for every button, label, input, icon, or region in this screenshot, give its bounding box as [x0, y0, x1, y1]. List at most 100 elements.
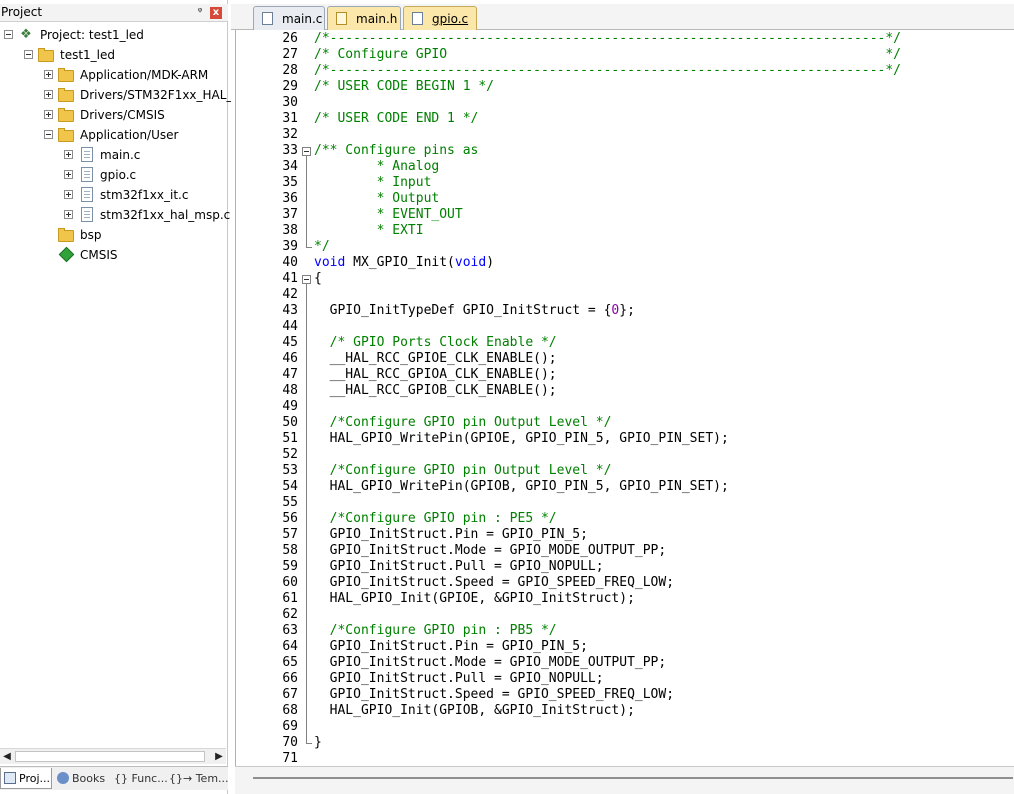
code-line[interactable]: /*Configure GPIO pin : PE5 */ [314, 511, 557, 527]
code-token: GPIO_InitStruct.Speed = GPIO_SPEED_FREQ_… [314, 687, 675, 702]
fold-collapse-icon[interactable] [302, 147, 311, 156]
line-number: 71 [282, 751, 298, 766]
folder-icon [58, 128, 74, 142]
code-line[interactable]: /* Configure GPIO */ [314, 47, 901, 63]
file-icon [81, 207, 93, 222]
project-panel: Project ᵠ x ❖ Project: test1_led test1_led… [0, 0, 247, 794]
code-token: GPIO_InitStruct.Speed = GPIO_SPEED_FREQ_… [314, 575, 675, 590]
code-line[interactable]: GPIO_InitStruct.Pull = GPIO_NOPULL; [314, 671, 604, 687]
code-line[interactable]: /* USER CODE END 1 */ [314, 111, 478, 127]
code-line[interactable]: GPIO_InitTypeDef GPIO_InitStruct = {0}; [314, 303, 635, 319]
editor-tab[interactable]: main.h [327, 6, 401, 30]
tree-item[interactable]: Application/MDK-ARM [44, 66, 228, 84]
scroll-left-arrow-icon[interactable]: ◀ [0, 750, 14, 764]
code-line[interactable]: GPIO_InitStruct.Pin = GPIO_PIN_5; [314, 639, 588, 655]
code-line[interactable]: * Output [314, 191, 440, 207]
tree-item[interactable]: test1_led [24, 46, 228, 64]
code-line[interactable]: /** Configure pins as [314, 143, 478, 159]
code-line[interactable]: GPIO_InitStruct.Pin = GPIO_PIN_5; [314, 527, 588, 543]
code-line[interactable]: /*--------------------------------------… [314, 31, 901, 47]
panel-tab-books[interactable]: Books [54, 768, 110, 789]
collapse-minus-icon[interactable] [44, 130, 53, 139]
line-number-gutter: 26 27 28 29 30 31 32 33 34 35 36 37 38 39 40 41 42 43 44 45… [236, 30, 312, 770]
header-file-icon [336, 12, 347, 25]
expand-plus-icon[interactable] [44, 70, 53, 79]
tree-item[interactable]: Drivers/CMSIS [44, 106, 228, 124]
code-line[interactable]: void MX_GPIO_Init(void) [314, 255, 494, 271]
fold-collapse-icon[interactable] [302, 275, 311, 284]
code-line[interactable]: GPIO_InitStruct.Mode = GPIO_MODE_OUTPUT_… [314, 655, 667, 671]
panel-tab-functions[interactable]: {} Func... [111, 768, 168, 789]
code-line[interactable]: HAL_GPIO_WritePin(GPIOE, GPIO_PIN_5, GPI… [314, 431, 729, 447]
code-line[interactable]: __HAL_RCC_GPIOA_CLK_ENABLE(); [314, 367, 557, 383]
collapse-minus-icon[interactable] [24, 50, 33, 59]
line-number: 57 [282, 527, 298, 542]
line-number: 52 [282, 447, 298, 462]
editor-tab[interactable]: main.c [253, 6, 325, 30]
code-line[interactable]: /*Configure GPIO pin Output Level */ [314, 415, 612, 431]
books-icon [57, 772, 69, 784]
code-line[interactable]: /*Configure GPIO pin : PB5 */ [314, 623, 557, 639]
c-file-icon [262, 12, 273, 25]
code-line[interactable]: * EVENT_OUT [314, 207, 463, 223]
line-number: 70 [282, 735, 298, 750]
tree-item[interactable]: Application/User [44, 126, 228, 144]
code-line[interactable]: HAL_GPIO_WritePin(GPIOB, GPIO_PIN_5, GPI… [314, 479, 729, 495]
expand-plus-icon[interactable] [64, 210, 73, 219]
tree-item[interactable]: stm32f1xx_it.c [64, 186, 228, 204]
code-line[interactable]: GPIO_InitStruct.Mode = GPIO_MODE_OUTPUT_… [314, 543, 667, 559]
line-number: 46 [282, 351, 298, 366]
expand-plus-icon[interactable] [44, 110, 53, 119]
tree-item[interactable]: Drivers/STM32F1xx_HAL_Dr [44, 86, 247, 104]
expand-plus-icon[interactable] [64, 170, 73, 179]
code-editor[interactable]: 26 27 28 29 30 31 32 33 34 35 36 37 38 39 40 41 42 43 44 45… [235, 30, 1014, 794]
pin-icon[interactable]: ᵠ [194, 6, 206, 18]
horizontal-scrollbar[interactable]: ◀ ▶ [0, 748, 226, 764]
code-line[interactable]: */ [314, 239, 330, 255]
code-line[interactable]: __HAL_RCC_GPIOE_CLK_ENABLE(); [314, 351, 557, 367]
tree-item[interactable]: main.c [64, 146, 228, 164]
code-comment: /* USER CODE BEGIN 1 */ [314, 79, 495, 94]
editor-area: main.c main.h gpio.c 26 27 28 29 30 31 32 33 34 35 3… [231, 0, 1014, 794]
code-token: { [314, 271, 322, 286]
code-line[interactable]: HAL_GPIO_Init(GPIOE, &GPIO_InitStruct); [314, 591, 635, 607]
code-comment: /*--------------------------------------… [314, 63, 901, 78]
code-line[interactable]: { [314, 271, 322, 287]
panel-tab-label: Proj... [19, 772, 50, 785]
close-icon[interactable]: x [210, 7, 222, 19]
project-tree: ❖ Project: test1_led test1_led Application/… [0, 26, 247, 746]
code-line[interactable]: /*--------------------------------------… [314, 63, 901, 79]
tree-item[interactable]: CMSIS [44, 246, 228, 264]
panel-tab-templates[interactable]: {}→ Tem... [166, 768, 229, 789]
scroll-right-arrow-icon[interactable]: ▶ [212, 750, 226, 764]
expand-plus-icon[interactable] [64, 150, 73, 159]
code-line[interactable]: GPIO_InitStruct.Speed = GPIO_SPEED_FREQ_… [314, 575, 674, 591]
line-number: 55 [282, 495, 298, 510]
collapse-minus-icon[interactable] [4, 30, 13, 39]
folder-icon [58, 228, 74, 242]
code-line[interactable]: GPIO_InitStruct.Pull = GPIO_NOPULL; [314, 559, 604, 575]
scrollbar-thumb[interactable] [15, 751, 205, 762]
code-line[interactable]: * EXTI [314, 223, 424, 239]
code-line[interactable]: /* USER CODE BEGIN 1 */ [314, 79, 494, 95]
code-line[interactable]: * Analog [314, 159, 440, 175]
tree-item[interactable]: bsp [44, 226, 228, 244]
code-line[interactable]: /*Configure GPIO pin Output Level */ [314, 463, 612, 479]
line-number: 68 [282, 703, 298, 718]
panel-tab-project-tab[interactable]: Proj... [0, 768, 52, 789]
line-number: 59 [282, 559, 298, 574]
code-line[interactable]: } [314, 735, 322, 751]
editor-tab[interactable]: gpio.c [403, 6, 477, 30]
expand-plus-icon[interactable] [44, 90, 53, 99]
code-text[interactable]: /*--------------------------------------… [314, 30, 1014, 770]
tree-item[interactable]: stm32f1xx_hal_msp.c [64, 206, 230, 224]
code-line[interactable]: GPIO_InitStruct.Speed = GPIO_SPEED_FREQ_… [314, 687, 674, 703]
tree-item[interactable]: gpio.c [64, 166, 228, 184]
code-line[interactable]: * Input [314, 175, 432, 191]
tree-item[interactable]: ❖ Project: test1_led [4, 26, 228, 44]
code-line[interactable]: /* GPIO Ports Clock Enable */ [314, 335, 557, 351]
code-line[interactable]: HAL_GPIO_Init(GPIOB, &GPIO_InitStruct); [314, 703, 635, 719]
code-line[interactable]: __HAL_RCC_GPIOB_CLK_ENABLE(); [314, 383, 557, 399]
expand-plus-icon[interactable] [64, 190, 73, 199]
line-number: 66 [282, 671, 298, 686]
